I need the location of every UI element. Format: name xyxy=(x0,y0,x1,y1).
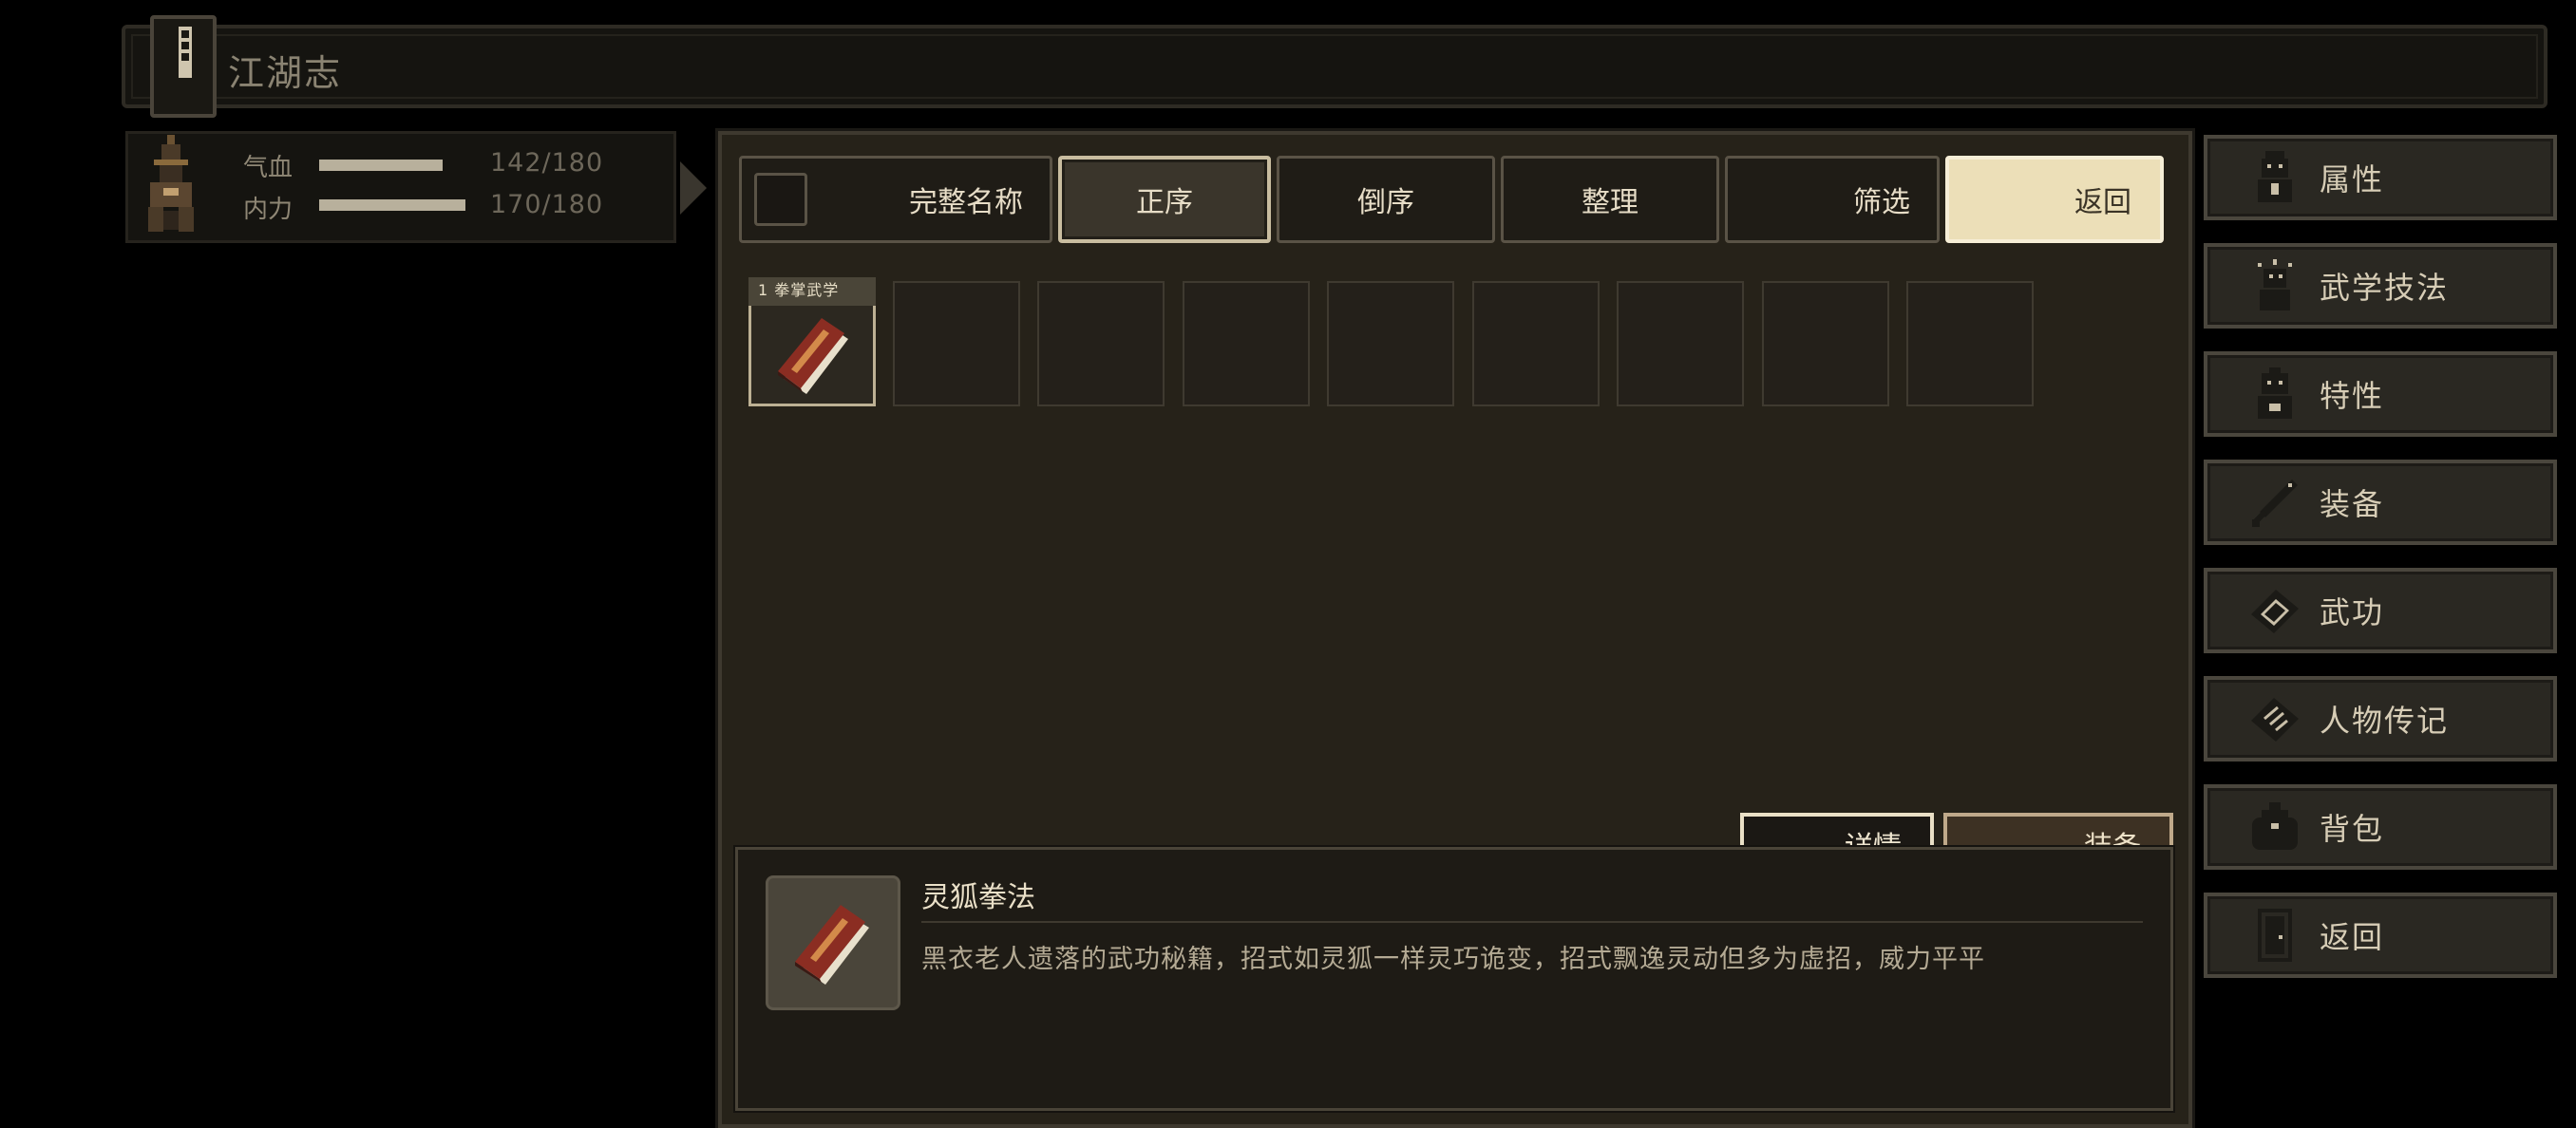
item-description: 黑衣老人遗落的武功秘籍，招式如灵狐一样灵巧诡变，招式飘逸灵动但多为虚招，威力平平 xyxy=(921,945,1985,974)
checkbox[interactable] xyxy=(754,173,807,226)
inventory-slot[interactable] xyxy=(1183,281,1310,406)
hp-value: 142/180 xyxy=(490,148,604,178)
mp-bar xyxy=(319,199,465,211)
item-preview xyxy=(766,875,900,1010)
mp-label: 内力 xyxy=(243,196,294,224)
sword-icon xyxy=(2247,475,2302,530)
hp-label: 气血 xyxy=(243,154,294,182)
return-label: 返回 xyxy=(2074,186,2131,219)
menu-item-label: 特性 xyxy=(2320,378,2385,414)
person-icon xyxy=(2247,150,2302,205)
descending-button[interactable]: 倒序 xyxy=(1277,156,1495,243)
title-bar xyxy=(122,25,2548,108)
menu-item-backpack[interactable]: 背包 xyxy=(2204,784,2557,870)
biography-scroll-icon xyxy=(2247,691,2302,746)
door-icon xyxy=(2247,908,2302,963)
panel-arrow-icon xyxy=(680,161,707,215)
inventory-slot[interactable] xyxy=(1472,281,1600,406)
menu-item-label: 武功 xyxy=(2320,594,2385,630)
divider xyxy=(921,921,2143,923)
inventory-slot[interactable] xyxy=(1037,281,1165,406)
inventory-slot[interactable] xyxy=(1906,281,2034,406)
descending-label: 倒序 xyxy=(1357,186,1414,219)
page-title: 江湖志 xyxy=(228,52,343,94)
menu-item-label: 人物传记 xyxy=(2320,703,2450,739)
inventory-slot[interactable] xyxy=(1327,281,1454,406)
menu-item-label: 背包 xyxy=(2320,811,2385,847)
menu-item-label: 武学技法 xyxy=(2320,270,2450,306)
filter-label: 筛选 xyxy=(1853,186,1910,219)
menu-item-martial-skills[interactable]: 武学技法 xyxy=(2204,243,2557,329)
sort-label: 整理 xyxy=(1582,186,1638,219)
name-toggle-label: 完整名称 xyxy=(909,186,1023,219)
menu-item-martial-arts[interactable]: 武功 xyxy=(2204,568,2557,653)
menu-item-label: 装备 xyxy=(2320,486,2385,522)
trait-figure-icon xyxy=(2247,367,2302,422)
menu-item-traits[interactable]: 特性 xyxy=(2204,351,2557,437)
inventory-slot[interactable] xyxy=(1617,281,1744,406)
book-icon xyxy=(2247,583,2302,638)
menu-item-attributes[interactable]: 属性 xyxy=(2204,135,2557,220)
martial-figure-icon xyxy=(2247,258,2302,313)
martial-book-icon xyxy=(786,899,881,990)
filter-button[interactable]: 筛选 xyxy=(1725,156,1940,243)
hp-bar xyxy=(319,160,443,171)
bag-icon xyxy=(2247,799,2302,855)
martial-book-icon xyxy=(768,312,860,400)
item-name: 灵狐拳法 xyxy=(921,881,1035,914)
slot-category-tag: 1 拳掌武学 xyxy=(748,277,876,306)
menu-item-return[interactable]: 返回 xyxy=(2204,893,2557,978)
menu-item-equipment[interactable]: 装备 xyxy=(2204,460,2557,545)
inventory-slot[interactable] xyxy=(1762,281,1889,406)
sort-button[interactable]: 整理 xyxy=(1501,156,1719,243)
scroll-icon xyxy=(150,15,217,118)
inventory-slot[interactable] xyxy=(893,281,1020,406)
menu-item-biography[interactable]: 人物传记 xyxy=(2204,676,2557,761)
ascending-button[interactable]: 正序 xyxy=(1058,156,1271,243)
menu-item-label: 返回 xyxy=(2320,919,2385,955)
ascending-label: 正序 xyxy=(1136,186,1193,219)
character-portrait-icon xyxy=(141,135,203,237)
return-button[interactable]: 返回 xyxy=(1945,156,2164,243)
mp-value: 170/180 xyxy=(490,190,604,219)
menu-item-label: 属性 xyxy=(2320,161,2385,197)
